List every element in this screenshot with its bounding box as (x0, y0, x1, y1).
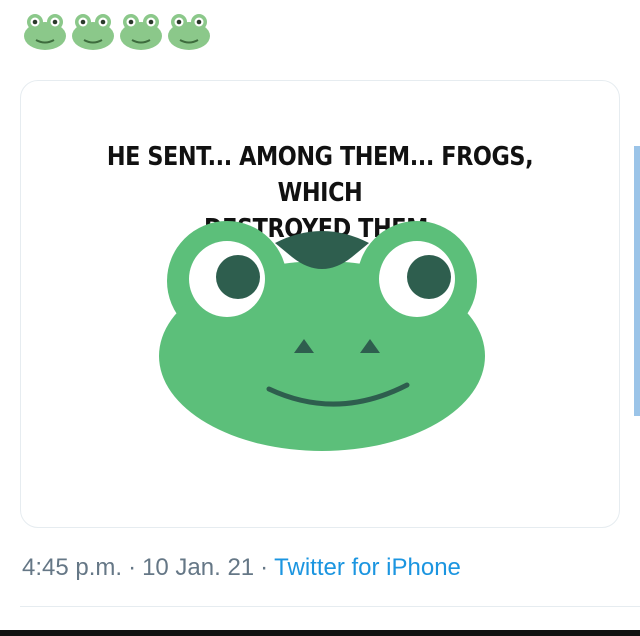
scrollbar-thumb[interactable] (634, 146, 640, 416)
tweet-media-image[interactable]: HE SENT... AMONG THEM... FROGS, WHICH DE… (20, 80, 620, 528)
frog-face-logo-icon (159, 221, 485, 451)
bottom-edge-bar (0, 630, 640, 636)
frog-emoji-icon (168, 14, 210, 50)
tweet-source-link[interactable]: Twitter for iPhone (274, 554, 461, 581)
frog-emoji-icon (24, 14, 66, 50)
frog-emoji-row (22, 8, 212, 52)
separator-dot: · (260, 554, 269, 581)
tweet-time[interactable]: 4:45 p.m. (22, 554, 122, 581)
separator-dot: · (128, 554, 137, 581)
divider (20, 606, 640, 607)
tweet-metadata: 4:45 p.m. · 10 Jan. 21 · Twitter for iPhone (22, 554, 461, 582)
caption-line-1: HE SENT... AMONG THEM... FROGS, WHICH (106, 142, 534, 208)
frog-emoji-icon (72, 14, 114, 50)
frog-emoji-icon (120, 14, 162, 50)
tweet-date[interactable]: 10 Jan. 21 (142, 554, 254, 581)
